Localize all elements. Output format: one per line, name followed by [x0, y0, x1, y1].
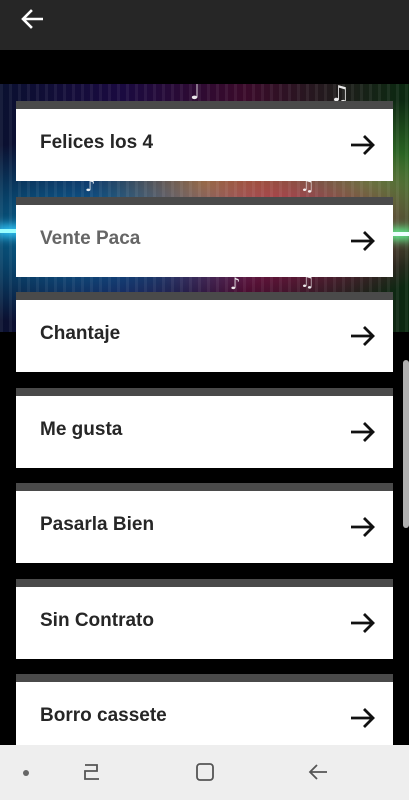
system-nav-bar [0, 745, 409, 800]
song-title: Felices los 4 [40, 132, 154, 153]
home-button[interactable] [191, 759, 219, 785]
song-title: Me gusta [40, 419, 123, 440]
arrow-right-icon [351, 231, 375, 251]
nav-back-button[interactable] [304, 759, 332, 785]
arrow-right-icon [351, 135, 375, 155]
song-title: Pasarla Bien [40, 514, 155, 535]
arrow-right-icon [351, 517, 375, 537]
home-icon [196, 763, 214, 781]
arrow-right-icon [351, 326, 375, 346]
arrow-right-icon [351, 613, 375, 633]
song-title: Sin Contrato [40, 610, 154, 631]
song-title: Vente Paca [40, 228, 141, 249]
arrow-right-icon [351, 422, 375, 442]
song-item[interactable]: Me gusta [16, 388, 393, 468]
scrollbar[interactable] [403, 360, 409, 528]
song-title: Chantaje [40, 323, 121, 344]
nav-dot-indicator [23, 770, 29, 776]
song-item[interactable]: Felices los 4 [16, 101, 393, 181]
song-item[interactable]: Vente Paca [16, 197, 393, 277]
recents-button[interactable] [78, 759, 106, 785]
song-item[interactable]: Borro cassete [16, 674, 393, 754]
back-button[interactable] [14, 5, 50, 33]
arrow-right-icon [351, 708, 375, 728]
song-title: Borro cassete [40, 705, 167, 726]
nav-back-icon [308, 764, 327, 780]
arrow-left-icon [21, 9, 43, 29]
song-item[interactable]: Sin Contrato [16, 579, 393, 659]
song-item[interactable]: Pasarla Bien [16, 483, 393, 563]
app-bar [0, 0, 409, 50]
recents-icon [84, 764, 99, 780]
song-item[interactable]: Chantaje [16, 292, 393, 372]
